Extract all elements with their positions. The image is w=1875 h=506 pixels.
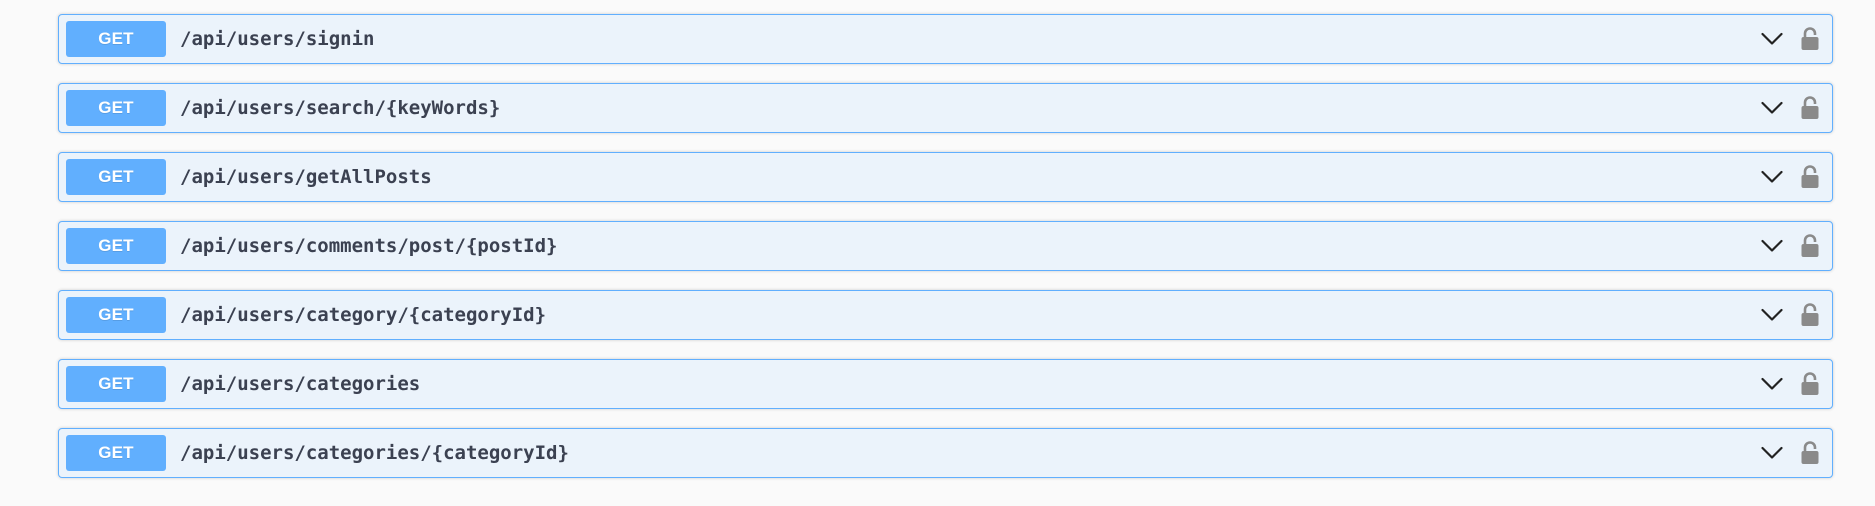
operation-path: /api/users/category/{categoryId} <box>180 304 547 326</box>
operation-path: /api/users/getAllPosts <box>180 166 432 188</box>
method-badge: GET <box>66 228 166 264</box>
operation-block[interactable]: GET /api/users/categories <box>58 359 1833 409</box>
operation-path: /api/users/categories <box>180 373 421 395</box>
method-badge: GET <box>66 297 166 333</box>
lock-icon[interactable] <box>1797 300 1823 330</box>
operation-block[interactable]: GET /api/users/signin <box>58 14 1833 64</box>
chevron-down-icon[interactable] <box>1759 233 1785 259</box>
lock-icon[interactable] <box>1797 24 1823 54</box>
chevron-down-icon[interactable] <box>1759 371 1785 397</box>
operation-block[interactable]: GET /api/users/getAllPosts <box>58 152 1833 202</box>
lock-icon[interactable] <box>1797 231 1823 261</box>
chevron-down-icon[interactable] <box>1759 164 1785 190</box>
chevron-down-icon[interactable] <box>1759 95 1785 121</box>
operation-path: /api/users/search/{keyWords} <box>180 97 501 119</box>
operation-path: /api/users/categories/{categoryId} <box>180 442 569 464</box>
chevron-down-icon[interactable] <box>1759 302 1785 328</box>
operation-block[interactable]: GET /api/users/categories/{categoryId} <box>58 428 1833 478</box>
method-badge: GET <box>66 435 166 471</box>
lock-icon[interactable] <box>1797 93 1823 123</box>
operations-list: GET /api/users/signin GET /api/users/sea… <box>0 0 1875 478</box>
lock-icon[interactable] <box>1797 162 1823 192</box>
lock-icon[interactable] <box>1797 438 1823 468</box>
operation-block[interactable]: GET /api/users/search/{keyWords} <box>58 83 1833 133</box>
chevron-down-icon[interactable] <box>1759 440 1785 466</box>
lock-icon[interactable] <box>1797 369 1823 399</box>
method-badge: GET <box>66 21 166 57</box>
operation-block[interactable]: GET /api/users/category/{categoryId} <box>58 290 1833 340</box>
method-badge: GET <box>66 366 166 402</box>
operation-path: /api/users/signin <box>180 28 375 50</box>
operation-path: /api/users/comments/post/{postId} <box>180 235 558 257</box>
method-badge: GET <box>66 90 166 126</box>
chevron-down-icon[interactable] <box>1759 26 1785 52</box>
operation-block[interactable]: GET /api/users/comments/post/{postId} <box>58 221 1833 271</box>
method-badge: GET <box>66 159 166 195</box>
